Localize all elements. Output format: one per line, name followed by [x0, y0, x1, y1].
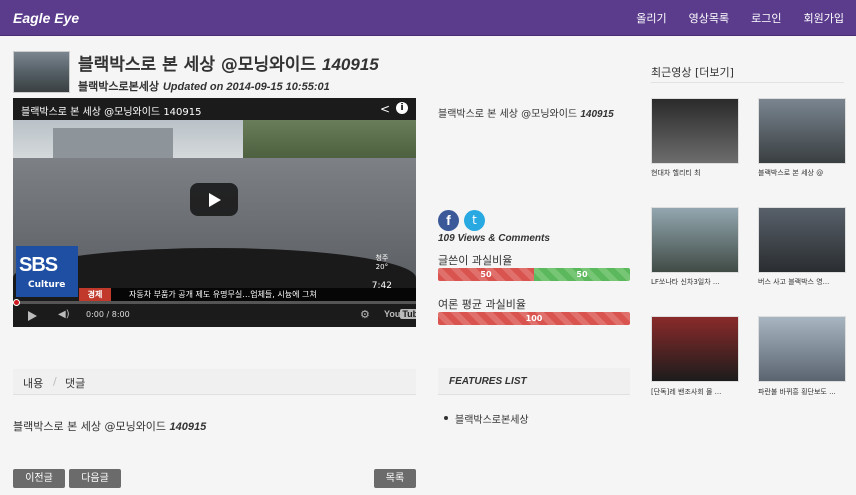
video-player[interactable]: 블랙박스로 본 세상 @모닝와이드 140915 < i SBS Culture…	[13, 98, 416, 327]
recent-divider	[651, 82, 844, 83]
tab-comments[interactable]: 댓글	[65, 375, 85, 391]
post-title: 블랙박스로 본 세상 @모닝와이드 140915	[78, 55, 379, 75]
post-updated: Updated on 2014-09-15 10:55:01	[162, 81, 330, 93]
info-title: 블랙박스로 본 세상 @모닝와이드 140915	[438, 109, 614, 120]
public-fault-value: 100	[438, 312, 630, 325]
public-fault-bar: 100	[438, 312, 630, 325]
author-fault-label: 글쓴이 과실비율	[438, 254, 513, 267]
features-header: FEATURES LIST	[438, 368, 630, 395]
nav-menu: 올리기 영상목록 로그인 회원가입	[636, 10, 844, 26]
nav-login[interactable]: 로그인	[751, 10, 781, 26]
prev-post-button[interactable]: 이전글	[13, 469, 65, 488]
recent-thumb[interactable]	[651, 316, 739, 382]
video-controls	[13, 303, 416, 327]
play-control-icon[interactable]	[28, 311, 37, 321]
author-fault-left: 50	[438, 268, 534, 281]
play-icon[interactable]	[190, 183, 238, 216]
youtube-logo[interactable]: YouTube	[384, 309, 416, 319]
public-fault-label: 여론 평균 과실비율	[438, 298, 526, 311]
ticker-text: 자동차 부품가 공개 제도 유명무실…업체들, 시늉에 그쳐	[129, 290, 317, 299]
video-title-bar: 블랙박스로 본 세상 @모닝와이드 140915 < i	[13, 98, 416, 120]
recent-thumb[interactable]	[758, 98, 846, 164]
brand-logo[interactable]: Eagle Eye	[13, 10, 79, 26]
tab-separator: /	[53, 375, 57, 388]
recent-caption[interactable]: [단독]레 밴조사회 몰 ...	[651, 387, 739, 397]
nav-video-list[interactable]: 영상목록	[689, 10, 729, 26]
recent-caption[interactable]: 현대차 헬리티 최	[651, 168, 739, 178]
recent-thumb[interactable]	[651, 207, 739, 273]
video-time: 0:00 / 8:00	[86, 310, 130, 319]
video-title[interactable]: 블랙박스로 본 세상 @모닝와이드 140915	[21, 103, 202, 118]
views-count: 109 Views & Comments	[438, 233, 550, 244]
share-icon[interactable]: <	[380, 102, 390, 116]
author-fault-bar: 50 50	[438, 268, 630, 281]
settings-gear-icon[interactable]: ⚙	[360, 308, 370, 321]
post-description: 블랙박스로 본 세상 @모닝와이드 140915	[13, 420, 207, 433]
video-frame-building	[53, 128, 173, 158]
volume-icon[interactable]: ◀)	[58, 309, 70, 320]
author-fault-right: 50	[534, 268, 630, 281]
nav-signup[interactable]: 회원가입	[804, 10, 844, 26]
recent-caption[interactable]: 버스 사고 블랙박스 영...	[758, 277, 846, 287]
recent-caption[interactable]: 블랙박스로 본 세상 @	[758, 168, 846, 178]
news-ticker: 경제 자동차 부품가 공개 제도 유명무실…업체들, 시늉에 그쳐	[79, 288, 416, 301]
content-tabs: 내용 / 댓글	[13, 369, 416, 395]
navbar: Eagle Eye 올리기 영상목록 로그인 회원가입	[0, 0, 856, 36]
ticker-category: 경제	[79, 288, 111, 301]
post-author[interactable]: 블랙박스로본세상	[78, 80, 159, 93]
recent-thumb[interactable]	[651, 98, 739, 164]
recent-caption[interactable]: LF쏘나타 신차3일차 ...	[651, 277, 739, 287]
post-thumbnail	[13, 51, 70, 93]
recent-videos-title[interactable]: 최근영상 [더보기]	[651, 64, 734, 80]
post-meta: 블랙박스로본세상 Updated on 2014-09-15 10:55:01	[78, 78, 330, 94]
video-scrubber[interactable]	[13, 299, 20, 306]
weather-overlay: 청주 20° 7:42	[371, 254, 392, 291]
next-post-button[interactable]: 다음글	[69, 469, 121, 488]
list-button[interactable]: 목록	[374, 469, 416, 488]
recent-thumb[interactable]	[758, 316, 846, 382]
video-progress-bar[interactable]	[13, 301, 416, 304]
recent-caption[interactable]: 파란불 바뀌흥 횡단보도 ...	[758, 387, 846, 397]
tab-content[interactable]: 내용	[23, 375, 43, 391]
info-icon[interactable]: i	[396, 102, 408, 114]
sbs-logo: SBS Culture	[16, 246, 78, 297]
feature-item[interactable]: 블랙박스로본세상	[444, 411, 529, 426]
facebook-icon[interactable]: f	[438, 210, 459, 231]
twitter-icon[interactable]: t	[464, 210, 485, 231]
nav-upload[interactable]: 올리기	[636, 10, 666, 26]
recent-thumb[interactable]	[758, 207, 846, 273]
